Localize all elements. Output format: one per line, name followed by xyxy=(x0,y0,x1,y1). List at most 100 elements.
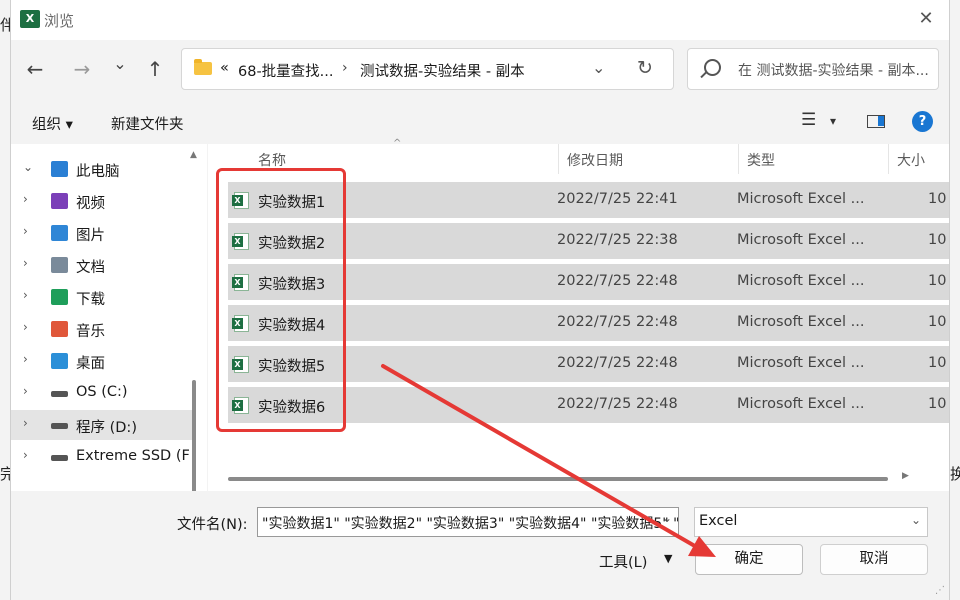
scroll-right-icon[interactable]: ▶ xyxy=(902,471,909,481)
sidebar-item[interactable]: › 程序 (D:) xyxy=(11,410,194,440)
close-button[interactable]: ✕ xyxy=(909,4,943,34)
new-folder-button[interactable]: 新建文件夹 xyxy=(111,113,184,134)
chevron-right-icon[interactable]: › xyxy=(23,192,28,206)
file-type: Microsoft Excel ... xyxy=(737,273,865,289)
command-bar: 组织 ▾ 新建文件夹 ☰ ▾ ? xyxy=(11,100,949,144)
column-divider[interactable] xyxy=(738,144,739,174)
cancel-button[interactable]: 取消 xyxy=(820,544,928,575)
filename-field[interactable]: "实验数据1" "实验数据2" "实验数据3" "实验数据4" "实验数据5" … xyxy=(257,507,679,537)
file-type-value: Excel xyxy=(699,513,738,529)
breadcrumb-overflow[interactable]: « xyxy=(220,60,229,76)
file-name: 实验数据2 xyxy=(258,236,326,252)
sidebar-item[interactable]: › Extreme SSD (F xyxy=(11,442,194,472)
file-modified-date: 2022/7/25 22:48 xyxy=(557,314,678,330)
chevron-right-icon[interactable]: › xyxy=(23,320,28,334)
excel-file-icon xyxy=(232,274,249,291)
search-icon xyxy=(704,59,721,76)
horizontal-scrollbar[interactable] xyxy=(228,477,888,481)
recent-locations-button[interactable]: ⌄ xyxy=(106,50,134,78)
preview-pane-icon[interactable] xyxy=(867,115,885,128)
sidebar-item[interactable]: › 桌面 xyxy=(11,346,194,376)
column-divider[interactable] xyxy=(888,144,889,174)
chevron-right-icon[interactable]: › xyxy=(23,288,28,302)
column-header-type[interactable]: 类型 xyxy=(747,150,775,170)
sidebar-item[interactable]: › 视频 xyxy=(11,186,194,216)
breadcrumb-item[interactable]: 68-批量查找... xyxy=(238,60,334,81)
computer-icon xyxy=(51,161,68,177)
column-header-date[interactable]: 修改日期 xyxy=(567,150,623,170)
chevron-down-icon[interactable]: ▾ xyxy=(830,114,836,128)
column-divider[interactable] xyxy=(558,144,559,174)
file-name: 实验数据5 xyxy=(258,359,326,375)
sidebar-item[interactable]: › 图片 xyxy=(11,218,194,248)
sidebar-item[interactable]: › 下载 xyxy=(11,282,194,312)
ok-button[interactable]: 确定 xyxy=(695,544,803,575)
chevron-right-icon[interactable]: › xyxy=(23,224,28,238)
file-type-select[interactable]: Excel ⌄ xyxy=(694,507,928,537)
back-button[interactable]: ← xyxy=(21,55,49,83)
column-header-size[interactable]: 大小 xyxy=(897,150,925,170)
chevron-right-icon[interactable]: › xyxy=(23,384,28,398)
caret-down-icon[interactable]: ▼ xyxy=(664,552,672,565)
file-type: Microsoft Excel ... xyxy=(737,314,865,330)
up-button[interactable]: ↑ xyxy=(141,55,169,83)
file-modified-date: 2022/7/25 22:48 xyxy=(557,396,678,412)
organize-button[interactable]: 组织 ▾ xyxy=(32,113,73,134)
help-icon[interactable]: ? xyxy=(912,111,933,132)
navigation-bar: ← → ⌄ ↑ « 68-批量查找... › 测试数据-实验结果 - 副本 ⌄ … xyxy=(11,40,949,100)
sidebar-item[interactable]: › 文档 xyxy=(11,250,194,280)
file-size: 10 xyxy=(928,355,947,371)
view-options-icon[interactable]: ☰ xyxy=(801,110,816,130)
chevron-down-icon[interactable]: ⌄ xyxy=(592,58,605,77)
file-row[interactable]: 实验数据3 2022/7/25 22:48 Microsoft Excel ... 1… xyxy=(228,264,949,300)
file-row[interactable]: 实验数据4 2022/7/25 22:48 Microsoft Excel ... 1… xyxy=(228,305,949,341)
file-modified-date: 2022/7/25 22:38 xyxy=(557,232,678,248)
sidebar-item-label: 此电脑 xyxy=(76,164,120,180)
file-name: 实验数据4 xyxy=(258,318,326,334)
tools-button[interactable]: 工具(L) xyxy=(599,551,647,572)
sidebar-item-label: Extreme SSD (F xyxy=(76,448,190,464)
sidebar-item[interactable]: › OS (C:) xyxy=(11,378,194,408)
chevron-right-icon[interactable]: › xyxy=(23,256,28,270)
file-modified-date: 2022/7/25 22:48 xyxy=(557,355,678,371)
sidebar-item[interactable]: ⌄ 此电脑 xyxy=(11,154,194,184)
address-bar[interactable]: « 68-批量查找... › 测试数据-实验结果 - 副本 ⌄ ↻ xyxy=(181,48,674,90)
sidebar-item-label: 图片 xyxy=(76,228,105,244)
file-size: 10 xyxy=(928,273,947,289)
file-row[interactable]: 实验数据2 2022/7/25 22:38 Microsoft Excel ... 1… xyxy=(228,223,949,259)
excel-file-icon xyxy=(232,356,249,373)
sidebar-item[interactable]: › 音乐 xyxy=(11,314,194,344)
file-type: Microsoft Excel ... xyxy=(737,355,865,371)
folder-icon xyxy=(194,59,212,75)
file-open-dialog: X 浏览 ✕ ← → ⌄ ↑ « 68-批量查找... › 测试数据-实验结果 … xyxy=(10,0,950,600)
file-size: 10 xyxy=(928,396,947,412)
file-type: Microsoft Excel ... xyxy=(737,191,865,207)
column-header-name[interactable]: 名称 xyxy=(258,150,286,170)
filename-value[interactable]: "实验数据1" "实验数据2" "实验数据3" "实验数据4" "实验数据5" … xyxy=(262,513,678,533)
file-modified-date: 2022/7/25 22:48 xyxy=(557,273,678,289)
file-name: 实验数据3 xyxy=(258,277,326,293)
file-row[interactable]: 实验数据6 2022/7/25 22:48 Microsoft Excel ... 1… xyxy=(228,387,949,423)
file-name: 实验数据6 xyxy=(258,400,326,416)
search-box[interactable]: 在 测试数据-实验结果 - 副本... xyxy=(687,48,939,90)
navigation-pane: ▲ ⌄ 此电脑 › 视频 › 图片 › 文档 › 下载 › 音乐 › 桌面 › OS (C:) › 程序 (D:)… xyxy=(11,144,207,577)
forward-button[interactable]: → xyxy=(68,55,96,83)
breadcrumb-item[interactable]: 测试数据-实验结果 - 副本 xyxy=(360,60,525,81)
chevron-right-icon[interactable]: › xyxy=(23,448,28,462)
chevron-down-icon[interactable]: ⌄ xyxy=(911,513,921,527)
chevron-right-icon[interactable]: › xyxy=(23,352,28,366)
file-row[interactable]: 实验数据1 2022/7/25 22:41 Microsoft Excel ... 1… xyxy=(228,182,949,218)
refresh-icon[interactable]: ↻ xyxy=(637,57,653,79)
chevron-down-icon[interactable]: ⌄ xyxy=(662,511,672,525)
breadcrumb-separator[interactable]: › xyxy=(342,60,348,76)
background-text-fragment: 换 xyxy=(950,465,960,483)
search-input[interactable]: 在 测试数据-实验结果 - 副本... xyxy=(738,60,929,80)
drive-icon xyxy=(51,455,68,461)
sidebar-item-label: 程序 (D:) xyxy=(76,420,137,436)
chevron-right-icon[interactable]: › xyxy=(23,416,28,430)
music-icon xyxy=(51,321,68,337)
file-type: Microsoft Excel ... xyxy=(737,232,865,248)
file-row[interactable]: 实验数据5 2022/7/25 22:48 Microsoft Excel ... 1… xyxy=(228,346,949,382)
resize-grip-icon[interactable]: ⋰ xyxy=(935,585,945,596)
chevron-down-icon[interactable]: ⌄ xyxy=(23,160,33,174)
